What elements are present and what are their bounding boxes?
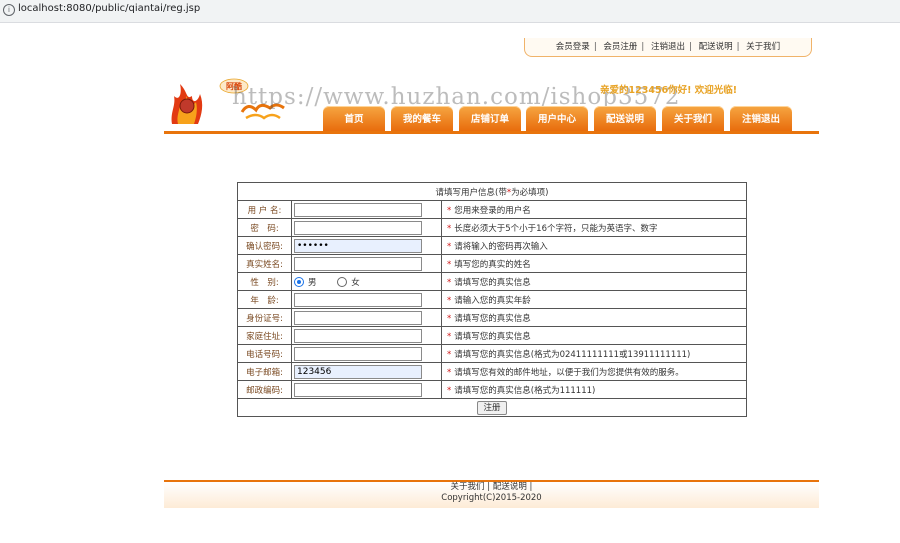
address-label: 家庭住址:	[237, 326, 292, 345]
nav-tab-delivery[interactable]: 配送说明	[594, 106, 656, 131]
nav-tab-cart[interactable]: 我的餐车	[391, 106, 453, 131]
realname-label: 真实姓名:	[237, 254, 292, 273]
email-label: 电子邮箱:	[237, 362, 292, 381]
link-member-login[interactable]: 会员登录	[556, 42, 590, 52]
username-input[interactable]	[294, 202, 422, 217]
phone-label: 电话号码:	[237, 344, 292, 363]
age-label: 年 龄:	[237, 290, 292, 309]
link-logout[interactable]: 注销退出	[651, 42, 685, 52]
gender-label: 性 别:	[237, 272, 292, 291]
age-input[interactable]	[294, 292, 422, 307]
nav-tab-logout[interactable]: 注销退出	[730, 106, 792, 131]
link-member-register[interactable]: 会员注册	[603, 42, 637, 52]
gender-hint: 请填写您的真实信息	[454, 277, 531, 288]
realname-input[interactable]	[294, 256, 422, 271]
link-about[interactable]: 关于我们	[746, 42, 780, 52]
age-hint: 请输入您的真实年龄	[454, 295, 531, 306]
info-icon[interactable]: i	[3, 4, 15, 16]
nav-tab-about[interactable]: 关于我们	[662, 106, 724, 131]
row-address: 家庭住址: * 请填写您的真实信息	[237, 326, 747, 345]
member-links: 会员登录 | 会员注册 | 注销退出 | 配送说明 | 关于我们	[524, 38, 812, 57]
row-username: 用 户 名: * 您用来登录的用户名	[237, 200, 747, 219]
nav-divider	[164, 131, 819, 134]
footer: 关于我们 | 配送说明 | Copyright(C)2015-2020	[164, 480, 819, 508]
registration-form: 请填写用户信息(带*为必填项) 用 户 名: * 您用来登录的用户名 密 码: *…	[237, 182, 747, 417]
gender-male-label: 男	[308, 277, 317, 288]
gender-male-radio[interactable]	[294, 277, 304, 287]
address-url[interactable]: localhost:8080/public/qiantai/reg.jsp	[18, 3, 200, 14]
email-input[interactable]: 123456	[294, 364, 422, 379]
postcode-input[interactable]	[294, 382, 422, 397]
row-idcard: 身份证号: * 请填写您的真实信息	[237, 308, 747, 327]
username-hint: 您用来登录的用户名	[454, 205, 531, 216]
password-label: 密 码:	[237, 218, 292, 237]
row-age: 年 龄: * 请输入您的真实年龄	[237, 290, 747, 309]
row-realname: 真实姓名: * 填写您的真实的姓名	[237, 254, 747, 273]
idcard-hint: 请填写您的真实信息	[454, 313, 531, 324]
gender-female-radio[interactable]	[337, 277, 348, 287]
register-button[interactable]: 注册	[477, 400, 507, 415]
nav-tab-user[interactable]: 用户中心	[526, 106, 588, 131]
form-title: 请填写用户信息(带*为必填项)	[237, 182, 747, 201]
browser-address-bar: i localhost:8080/public/qiantai/reg.jsp	[0, 0, 900, 23]
row-gender: 性 别: 男 女 * 请填写您的真实信息	[237, 272, 747, 291]
welcome-message: 亲爱的123456你好! 欢迎光临!	[600, 85, 738, 96]
phone-hint: 请填写您的真实信息(格式为02411111111或13911111111)	[454, 349, 691, 360]
postcode-hint: 请填写您的真实信息(格式为111111)	[454, 385, 596, 396]
address-input[interactable]	[294, 328, 422, 343]
realname-hint: 填写您的真实的姓名	[454, 259, 531, 270]
idcard-label: 身份证号:	[237, 308, 292, 327]
row-confirm-password: 确认密码: •••••• * 请将输入的密码再次输入	[237, 236, 747, 255]
nav-tab-home[interactable]: 首页	[323, 106, 385, 131]
nav-tab-orders[interactable]: 店铺订单	[459, 106, 521, 131]
idcard-input[interactable]	[294, 310, 422, 325]
gender-female-label: 女	[351, 277, 360, 288]
copyright: Copyright(C)2015-2020	[441, 493, 542, 503]
confirm-password-hint: 请将输入的密码再次输入	[454, 241, 548, 252]
address-hint: 请填写您的真实信息	[454, 331, 531, 342]
footer-links: 关于我们 | 配送说明 |	[450, 482, 533, 492]
confirm-password-label: 确认密码:	[237, 236, 292, 255]
row-phone: 电话号码: * 请填写您的真实信息(格式为02411111111或13911111…	[237, 344, 747, 363]
confirm-password-input[interactable]: ••••••	[294, 238, 422, 253]
link-delivery[interactable]: 配送说明	[699, 42, 733, 52]
row-postcode: 邮政编码: * 请填写您的真实信息(格式为111111)	[237, 380, 747, 399]
postcode-label: 邮政编码:	[237, 380, 292, 399]
username-label: 用 户 名:	[237, 200, 292, 219]
footer-link-delivery[interactable]: 配送说明	[493, 482, 527, 492]
row-password: 密 码: * 长度必须大于5个小于16个字符，只能为英语字、数字	[237, 218, 747, 237]
password-input[interactable]	[294, 220, 422, 235]
phone-input[interactable]	[294, 346, 422, 361]
row-email: 电子邮箱: 123456 * 请填写您有效的邮件地址，以便于我们为您提供有效的服务…	[237, 362, 747, 381]
password-hint: 长度必须大于5个小于16个字符，只能为英语字、数字	[454, 223, 658, 234]
email-hint: 请填写您有效的邮件地址，以便于我们为您提供有效的服务。	[454, 367, 684, 378]
footer-link-about[interactable]: 关于我们	[451, 482, 485, 492]
